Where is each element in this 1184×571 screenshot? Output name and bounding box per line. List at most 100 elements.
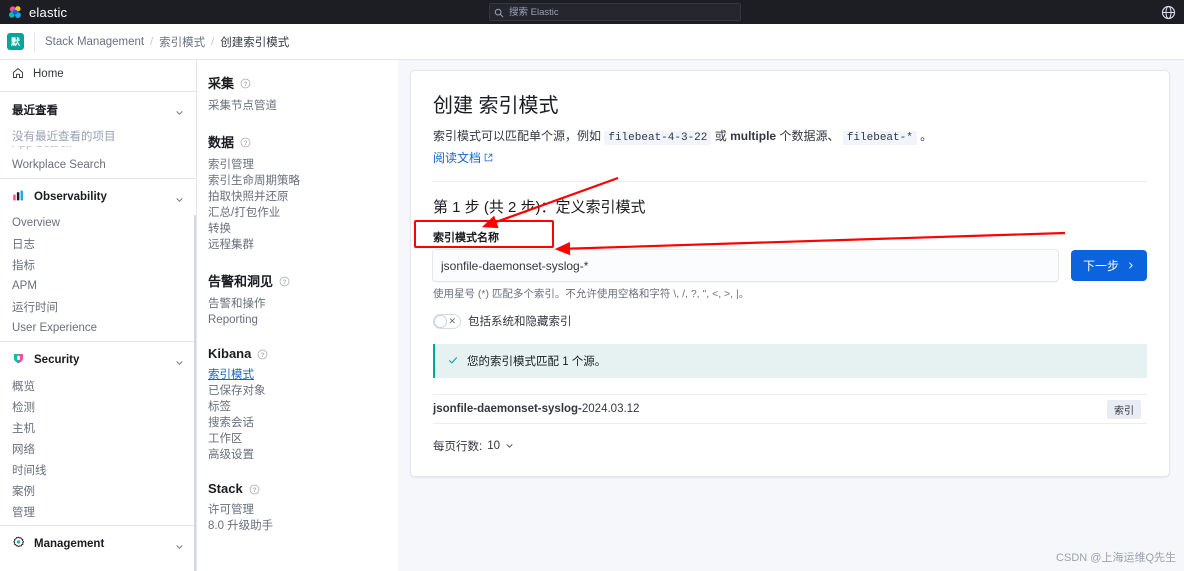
global-search-input[interactable]: [489, 3, 741, 21]
watermark: CSDN @上海运维Q先生: [1056, 552, 1176, 564]
question-circle-icon[interactable]: ?: [257, 348, 268, 360]
sidebar-recent-empty: 没有最近查看的项目: [12, 130, 116, 143]
midnav-link-ingest-pipelines[interactable]: 采集节点管道: [208, 98, 398, 114]
midnav-link-search-sessions[interactable]: 搜索会话: [208, 415, 398, 431]
midnav-section-title: 数据: [208, 135, 235, 150]
midnav-section-heading-alerts: 告警和洞见 ?: [208, 271, 398, 290]
breadcrumb-bar: 默 Stack Management / 索引模式 / 创建索引模式: [0, 24, 1184, 60]
midnav-section-title: 采集: [208, 76, 235, 91]
question-circle-icon[interactable]: ?: [240, 136, 251, 148]
midnav-link-license-management[interactable]: 许可管理: [208, 502, 398, 518]
sidebar-item-app-search[interactable]: App Search: [0, 146, 72, 154]
midnav-link-index-management[interactable]: 索引管理: [208, 157, 398, 173]
step-heading: 第 1 步 (共 2 步)：定义索引模式: [433, 199, 646, 216]
elastic-brand[interactable]: elastic: [0, 5, 67, 20]
sidebar-item-sec-detections[interactable]: 检测: [0, 396, 196, 417]
midnav-link-upgrade-assistant[interactable]: 8.0 升级助手: [208, 518, 398, 534]
next-step-label: 下一步: [1082, 259, 1119, 273]
include-system-indices-toggle[interactable]: ✕: [433, 313, 461, 329]
sidebar-item-sec-hosts[interactable]: 主机: [0, 417, 196, 438]
gear-icon: [12, 536, 25, 552]
midnav-link-saved-objects[interactable]: 已保存对象: [208, 383, 398, 399]
index-name-prefix: jsonfile-daemonset-syslog-: [433, 403, 582, 415]
sidebar-group-title-text: Observability: [34, 191, 107, 203]
sidebar-item-sec-cases[interactable]: 案例: [0, 480, 196, 501]
sidebar-group-security[interactable]: Security: [0, 345, 196, 375]
sidebar-group-label: 最近查看: [12, 105, 58, 117]
midnav-link-rollup-jobs[interactable]: 汇总/打包作业: [208, 205, 398, 221]
midnav-link-advanced-settings[interactable]: 高级设置: [208, 447, 398, 463]
index-pattern-input[interactable]: [433, 250, 1058, 281]
desc-text-1: 索引模式可以匹配单个源，例如: [433, 129, 602, 143]
security-shield-icon: [12, 352, 25, 368]
midnav-link-remote-clusters[interactable]: 远程集群: [208, 237, 398, 253]
sidebar-item-home[interactable]: Home: [0, 60, 196, 88]
midnav-link-transforms[interactable]: 转换: [208, 221, 398, 237]
global-top-bar: elastic: [0, 0, 1184, 24]
sidebar-item-uptime[interactable]: 运行时间: [0, 296, 196, 317]
sidebar-item-metrics[interactable]: 指标: [0, 254, 196, 275]
breadcrumb-item-create-index-pattern[interactable]: 创建索引模式: [220, 34, 289, 50]
midnav-link-reporting[interactable]: Reporting: [208, 312, 398, 328]
sidebar-item-sec-timelines[interactable]: 时间线: [0, 459, 196, 480]
sidebar-item-logs[interactable]: 日志: [0, 233, 196, 254]
status-badge: 索引: [1107, 399, 1141, 419]
sidebar-group-label-wrap: Observability: [12, 189, 107, 205]
sidebar-item-sec-network[interactable]: 网络: [0, 438, 196, 459]
midnav-section-heading-data: 数据 ?: [208, 132, 398, 151]
rows-per-page-control[interactable]: 每页行数: 10: [433, 438, 1147, 454]
sidebar-item-overview[interactable]: Overview: [0, 212, 196, 233]
page-description: 索引模式可以匹配单个源，例如 filebeat-4-3-22 或 multipl…: [433, 127, 1147, 147]
main-content-area: 创建 索引模式 索引模式可以匹配单个源，例如 filebeat-4-3-22 或…: [398, 60, 1184, 571]
sidebar-item-user-experience[interactable]: User Experience: [0, 317, 196, 338]
svg-text:?: ?: [252, 487, 256, 494]
midnav-link-index-lifecycle-policies[interactable]: 索引生命周期策略: [208, 173, 398, 189]
external-link-icon: [484, 151, 493, 165]
sidebar-group-management[interactable]: Management: [0, 529, 196, 559]
chevron-down-icon: [175, 106, 184, 115]
sidebar-divider: [0, 525, 196, 526]
midnav-link-index-patterns[interactable]: 索引模式: [208, 367, 398, 383]
question-circle-icon[interactable]: ?: [249, 483, 260, 495]
midnav-link-snapshot-restore[interactable]: 拍取快照并还原: [208, 189, 398, 205]
breadcrumb-item-index-patterns[interactable]: 索引模式: [159, 34, 205, 50]
midnav-link-spaces[interactable]: 工作区: [208, 431, 398, 447]
sidebar-group-title-text: Management: [34, 538, 105, 550]
sidebar-item-sec-management[interactable]: 管理: [0, 501, 196, 522]
toggle-knob: [435, 315, 446, 327]
help-globe-icon[interactable]: [1160, 4, 1176, 20]
sidebar-item-sec-overview[interactable]: 概览: [0, 375, 196, 396]
space-avatar[interactable]: 默: [7, 33, 24, 50]
midnav-link-tags[interactable]: 标签: [208, 399, 398, 415]
midnav-section-heading-kibana: Kibana ?: [208, 346, 398, 361]
sidebar-group-recent[interactable]: 最近查看: [0, 95, 196, 125]
midnav-section-title: Stack: [208, 481, 243, 496]
midnav-section-heading-stack: Stack ?: [208, 481, 398, 496]
sidebar-group-observability[interactable]: Observability: [0, 182, 196, 212]
svg-text:?: ?: [244, 140, 248, 147]
breadcrumb-item-stack-management[interactable]: Stack Management: [45, 36, 144, 48]
observability-icon: [12, 189, 25, 205]
sidebar-item-workplace-search[interactable]: Workplace Search: [0, 154, 196, 175]
midnav-section-heading-ingest: 采集 ?: [208, 73, 398, 92]
read-docs-link[interactable]: 阅读文档: [433, 149, 493, 166]
primary-sidebar[interactable]: Home 最近查看 没有最近查看的项目 App Search Workplace…: [0, 60, 197, 571]
index-name-suffix: 2024.03.12: [581, 403, 640, 415]
chevron-down-icon: [175, 356, 184, 365]
question-circle-icon[interactable]: ?: [279, 275, 290, 287]
sidebar-item-label: Home: [33, 68, 64, 80]
global-search-wrap: [489, 3, 741, 21]
question-circle-icon[interactable]: ?: [240, 77, 251, 89]
sidebar-item-apm[interactable]: APM: [0, 275, 196, 296]
desc-text-2: 或: [714, 129, 727, 143]
check-icon: [447, 354, 459, 369]
section-divider: [433, 181, 1147, 182]
chevron-down-icon: [505, 439, 514, 453]
sidebar-scrollbar[interactable]: [194, 215, 196, 571]
desc-code-sample-1: filebeat-4-3-22: [604, 131, 712, 145]
include-system-indices-row[interactable]: ✕ 包括系统和隐藏索引: [433, 313, 1147, 329]
next-step-button[interactable]: 下一步: [1070, 250, 1147, 281]
midnav-link-alerts-and-actions[interactable]: 告警和操作: [208, 296, 398, 312]
